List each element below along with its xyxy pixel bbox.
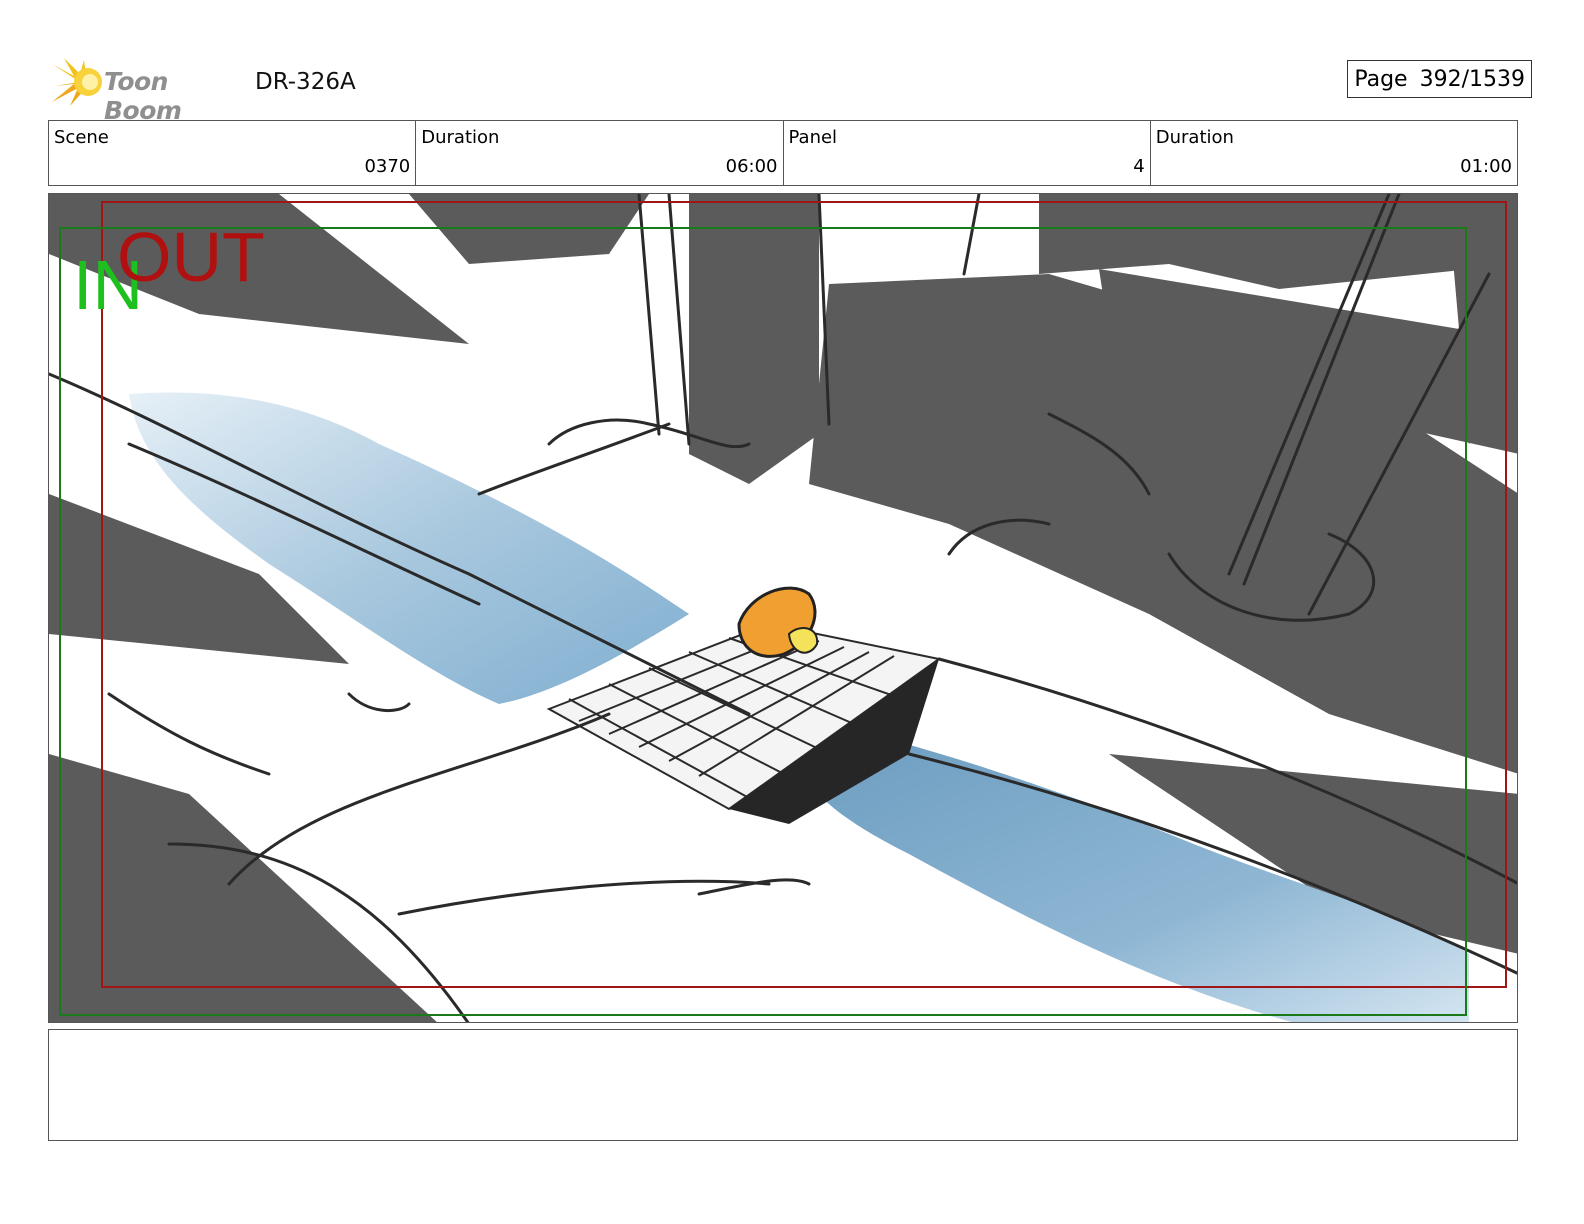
scene-duration-label: Duration xyxy=(421,127,500,148)
toon-boom-logo: Toon Boom xyxy=(50,56,250,125)
scene-duration-value: 06:00 xyxy=(725,156,778,177)
scene-cell: Scene 0370 xyxy=(49,121,417,185)
action-notes-box xyxy=(48,1029,1518,1141)
panel-duration-label: Duration xyxy=(1155,127,1234,148)
storyboard-panel: IN OUT xyxy=(48,193,1518,1023)
panel-duration-cell: Duration 01:00 xyxy=(1151,121,1517,185)
page-number: 392/1539 xyxy=(1419,67,1525,92)
in-frame-guide xyxy=(59,227,1467,1016)
scene-value: 0370 xyxy=(364,156,411,177)
panel-info-table: Scene 0370 Duration 06:00 Panel 4 Durati… xyxy=(48,120,1518,186)
panel-value: 4 xyxy=(1133,156,1145,177)
page-indicator: Page 392/1539 xyxy=(1347,60,1532,98)
panel-label: Panel xyxy=(788,127,838,148)
scene-duration-cell: Duration 06:00 xyxy=(416,121,784,185)
storyboard-header: Toon Boom DR-326A Page 392/1539 xyxy=(50,52,1540,125)
scene-label: Scene xyxy=(54,127,109,148)
logo-text: Toon Boom xyxy=(104,67,182,125)
document-id: DR-326A xyxy=(255,69,356,95)
out-label: OUT xyxy=(117,218,265,296)
starburst-icon xyxy=(52,58,102,106)
panel-duration-value: 01:00 xyxy=(1460,156,1512,177)
panel-cell: Panel 4 xyxy=(784,121,1151,185)
page-label: Page xyxy=(1354,67,1408,92)
